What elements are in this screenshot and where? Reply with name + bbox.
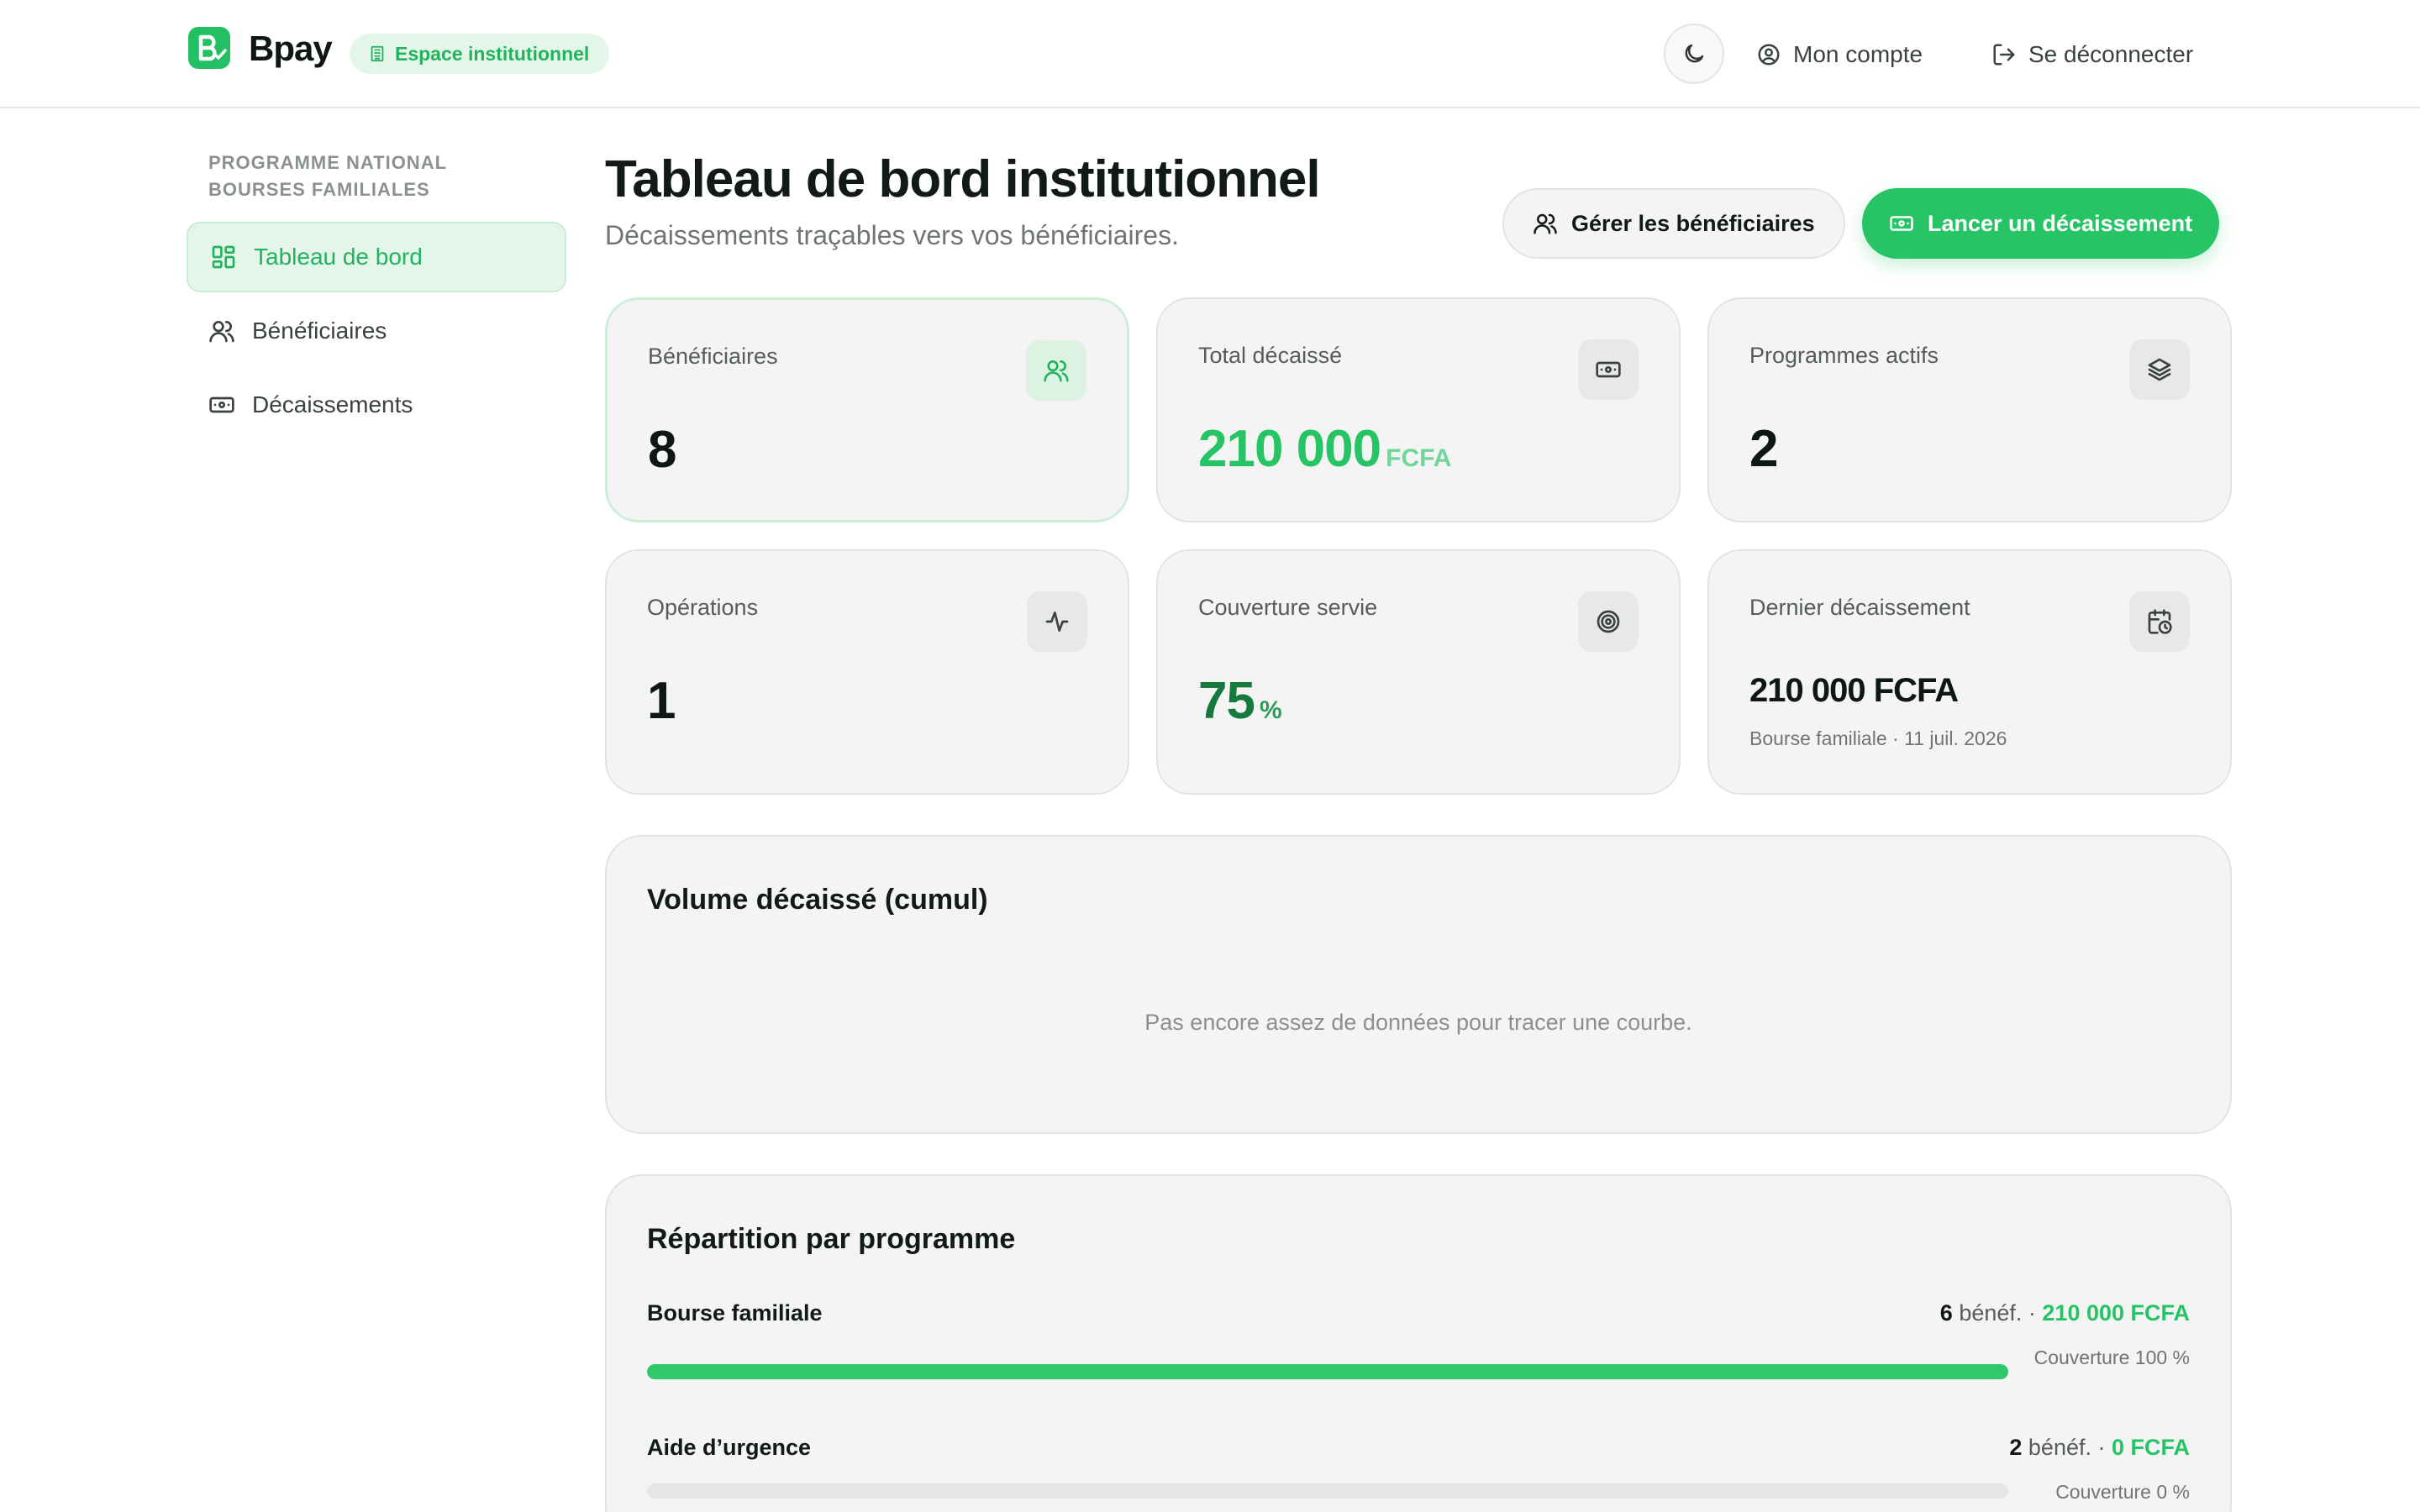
- manage-beneficiaries-button[interactable]: Gérer les bénéficiaires: [1502, 188, 1845, 259]
- activity-icon: [1027, 591, 1087, 652]
- logo-text[interactable]: Bpay: [249, 29, 333, 69]
- stat-label: Couverture servie: [1198, 595, 1378, 620]
- repartition-panel-title: Répartition par programme: [647, 1223, 1016, 1255]
- banknote-icon: [208, 391, 235, 418]
- sidebar-item-label: Tableau de bord: [254, 244, 423, 270]
- volume-empty-message: Pas encore assez de données pour tracer …: [1144, 1010, 1692, 1035]
- page-subtitle: Décaissements traçables vers vos bénéfic…: [605, 220, 1179, 250]
- sidebar-item-disbursements[interactable]: Décaissements: [187, 370, 566, 440]
- stat-card-coverage: Couverture servie 75%: [1156, 549, 1681, 795]
- stat-card-active-programs: Programmes actifs 2: [1707, 297, 2232, 522]
- calendar-clock-icon: [2129, 591, 2190, 652]
- program-count: 6: [1939, 1300, 1953, 1326]
- banknote-icon: [1889, 211, 1914, 236]
- bpay-logo-icon[interactable]: [188, 27, 230, 69]
- stat-unit: FCFA: [1386, 444, 1452, 472]
- program-progress-fill: [647, 1364, 2008, 1379]
- stat-label: Bénéficiaires: [648, 344, 778, 369]
- stat-value: 75%: [1198, 672, 1282, 740]
- program-stats: 6 bénéf. · 210 000 FCFA: [1940, 1300, 2190, 1326]
- stat-label: Programmes actifs: [1749, 343, 1939, 368]
- user-circle-icon: [1756, 42, 1781, 67]
- target-icon: [1578, 591, 1639, 652]
- top-header: Bpay Espace institutionnel Mon compte Se…: [0, 0, 2420, 108]
- stat-label: Total décaissé: [1198, 343, 1343, 368]
- program-benef-label: bénéf. ·: [1959, 1300, 2036, 1326]
- stat-amount: 210 000: [1198, 420, 1381, 478]
- program-amount: 210 000 FCFA: [2042, 1300, 2190, 1326]
- page-title: Tableau de bord institutionnel: [605, 150, 1321, 208]
- institution-badge: Espace institutionnel: [350, 34, 610, 74]
- stat-label: Dernier décaissement: [1749, 595, 1970, 620]
- stat-value: 8: [648, 421, 676, 479]
- sidebar-item-label: Bénéficiaires: [252, 318, 387, 344]
- users-icon: [1533, 211, 1558, 236]
- stat-card-last-disbursement: Dernier décaissement 210 000 FCFA Bourse…: [1707, 549, 2232, 795]
- stat-card-total-disbursed: Total décaissé 210 000 FCFA: [1156, 297, 1681, 522]
- program-name: Aide d’urgence: [647, 1435, 812, 1460]
- users-icon: [208, 318, 235, 344]
- sidebar-item-beneficiaries[interactable]: Bénéficiaires: [187, 296, 566, 366]
- logout-icon: [1991, 42, 2017, 67]
- account-link[interactable]: Mon compte: [1756, 34, 1923, 76]
- program-coverage: Couverture 0 %: [2055, 1481, 2190, 1503]
- logout-link[interactable]: Se déconnecter: [1991, 34, 2193, 76]
- dashboard-grid-icon: [210, 244, 237, 270]
- account-link-label: Mon compte: [1793, 41, 1923, 67]
- sidebar-program-heading: PROGRAMME NATIONAL BOURSES FAMILIALES: [208, 152, 447, 200]
- logout-link-label: Se déconnecter: [2028, 41, 2194, 67]
- stat-value: 210 000 FCFA: [1198, 420, 1451, 488]
- last-disbursement-amount: 210 000 FCFA: [1749, 672, 1959, 709]
- program-coverage: Couverture 100 %: [2033, 1347, 2190, 1368]
- volume-panel-title: Volume décaissé (cumul): [647, 884, 988, 916]
- program-progress-bar: [647, 1483, 2008, 1499]
- stat-label: Opérations: [647, 595, 759, 620]
- layers-icon: [2129, 339, 2190, 400]
- stat-value: 2: [1749, 420, 1778, 478]
- program-progress-bar: [647, 1364, 2008, 1379]
- program-benef-label: bénéf. ·: [2028, 1435, 2106, 1460]
- last-disbursement-meta: Bourse familiale · 11 juil. 2026: [1749, 727, 2007, 749]
- users-icon: [1026, 340, 1086, 401]
- stat-card-beneficiaries: Bénéficiaires 8: [605, 297, 1129, 522]
- launch-disbursement-label: Lancer un décaissement: [1928, 210, 2193, 236]
- repartition-panel: Répartition par programme Bourse familia…: [605, 1174, 2232, 1512]
- moon-icon: [1681, 41, 1707, 66]
- stat-value: 1: [647, 672, 676, 730]
- launch-disbursement-button[interactable]: Lancer un décaissement: [1862, 188, 2220, 259]
- institution-badge-label: Espace institutionnel: [395, 42, 590, 65]
- sidebar-item-dashboard[interactable]: Tableau de bord: [187, 222, 566, 292]
- banknote-icon: [1578, 339, 1639, 400]
- theme-toggle-button[interactable]: [1664, 24, 1724, 84]
- program-stats: 2 bénéf. · 0 FCFA: [2009, 1435, 2190, 1461]
- volume-panel: Volume décaissé (cumul) Pas encore assez…: [605, 835, 2232, 1134]
- program-amount: 0 FCFA: [2111, 1435, 2190, 1460]
- manage-beneficiaries-label: Gérer les bénéficiaires: [1571, 210, 1815, 236]
- program-count: 2: [2009, 1435, 2023, 1460]
- stat-card-operations: Opérations 1: [605, 549, 1129, 795]
- stat-amount: 75: [1198, 672, 1255, 730]
- program-name: Bourse familiale: [647, 1300, 823, 1326]
- stat-unit: %: [1259, 696, 1282, 724]
- sidebar-item-label: Décaissements: [252, 391, 413, 417]
- building-icon: [368, 45, 387, 63]
